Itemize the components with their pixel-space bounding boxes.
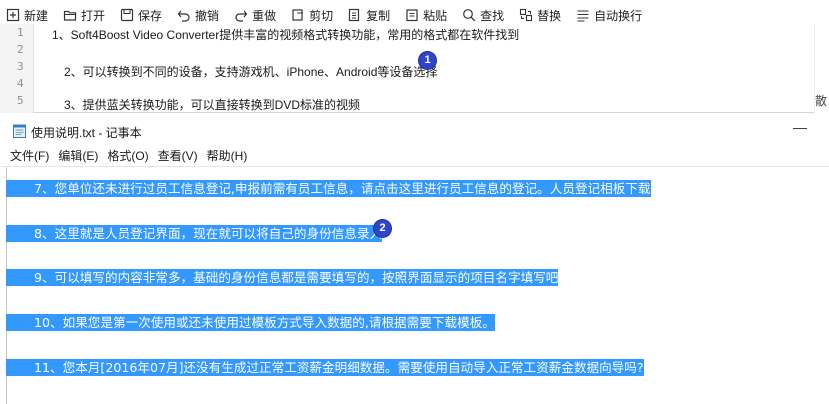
replace-button[interactable]: 替换 [519,6,561,24]
notepad-app-icon [13,124,26,138]
save-button[interactable]: 保存 [120,6,162,24]
undo-icon [177,10,190,22]
side-panel-glyph: 散 [815,94,828,108]
new-button-label: 新建 [24,8,49,23]
selected-text-line: 7、您单位还未进行过员工信息登记,申报前需有员工信息，请点击这里进行员工信息的登… [6,180,651,197]
editor-toolbar: 新建 打开 保存 撤销 重做 剪切 复制 粘贴 查找 替换 自动换行 [0,0,829,24]
undo-button-label: 撤销 [195,8,220,23]
menu-help[interactable]: 帮助(H) [207,147,248,164]
undo-button[interactable]: 撤销 [177,6,219,24]
editor-line: 3、提供蓝关转换功能，可以直接转换到DVD标准的视频 [64,98,361,112]
cut-button-label: 剪切 [309,8,334,23]
paste-icon [406,9,418,22]
find-button-label: 查找 [480,8,505,23]
selected-text-line: 9、可以填写的内容非常多，基础的身份信息都是需要填写的，按照界面显示的项目名字填… [6,269,559,286]
menu-file[interactable]: 文件(F) [10,147,49,164]
editor-line: 1、Soft4Boost Video Converter提供丰富的视频格式转换功… [52,28,520,42]
menu-format[interactable]: 格式(O) [107,147,148,164]
line-number-gutter: 1 2 3 4 5 [0,24,34,113]
save-icon [120,8,134,22]
menu-view[interactable]: 查看(V) [158,147,198,164]
open-button-label: 打开 [81,8,106,23]
word-wrap-button-label: 自动换行 [594,8,643,23]
line-number: 5 [17,94,24,107]
line-number: 4 [17,77,24,90]
cut-button[interactable]: 剪切 [291,6,333,24]
notepad-menubar: 文件(F) 编辑(E) 格式(O) 查看(V) 帮助(H) [0,144,829,166]
search-icon [463,9,476,22]
notepad-titlebar[interactable]: 使用说明.txt - 记事本 — [0,118,829,144]
cut-icon [292,9,304,21]
copy-icon [348,8,360,22]
paste-button[interactable]: 粘贴 [405,6,447,24]
notepad-window: 使用说明.txt - 记事本 — 文件(F) 编辑(E) 格式(O) 查看(V)… [0,118,829,404]
menu-edit[interactable]: 编辑(E) [58,147,98,164]
selected-text-line: 8、这里就是人员登记界面，现在就可以将自己的身份信息录入 [6,225,383,242]
redo-button-label: 重做 [252,8,277,23]
notepad-text-area[interactable]: 7、您单位还未进行过员工信息登记,申报前需有员工信息，请点击这里进行员工信息的登… [0,166,829,404]
replace-icon [520,8,533,22]
new-button[interactable]: 新建 [6,6,48,24]
line-number: 1 [17,26,24,39]
find-button[interactable]: 查找 [462,6,504,24]
window-title: 使用说明.txt - 记事本 [31,126,142,140]
line-number: 3 [17,60,24,73]
folder-open-icon [63,10,77,21]
redo-button[interactable]: 重做 [234,6,276,24]
minimize-button[interactable]: — [788,119,812,139]
open-button[interactable]: 打开 [63,6,105,24]
save-button-label: 保存 [138,8,163,23]
word-wrap-button[interactable]: 自动换行 [576,6,642,24]
selected-text-line: 11、您本月[2016年07月]还没有生成过正常工资薪金明细数据。需要使用自动导… [6,359,644,376]
editor-line: 2、可以转换到不同的设备，支持游戏机、iPhone、Android等设备选择 [64,65,438,79]
step-badge-2: 2 [374,220,391,237]
redo-icon [235,10,248,22]
word-wrap-icon [577,10,589,22]
copy-button-label: 复制 [366,8,391,23]
text-editor-panel: 新建 打开 保存 撤销 重做 剪切 复制 粘贴 查找 替换 自动换行 1 2 3… [0,0,829,113]
copy-button[interactable]: 复制 [348,6,390,24]
new-file-icon [6,8,20,22]
paste-button-label: 粘贴 [423,8,448,23]
step-badge-1: 1 [419,52,436,69]
selected-text-line: 10、如果您是第一次使用或还未使用过模板方式导入数据的,请根据需要下载模板。 [6,314,495,331]
line-number: 2 [17,43,24,56]
replace-button-label: 替换 [537,8,562,23]
